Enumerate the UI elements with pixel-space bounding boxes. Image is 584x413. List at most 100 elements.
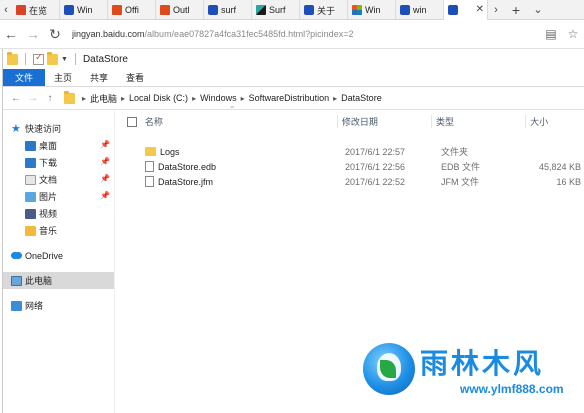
forward-arrow-icon[interactable]: → [26, 93, 40, 104]
pin-icon[interactable]: 📌 [100, 191, 110, 200]
refresh-icon[interactable]: ↻ [44, 23, 66, 45]
back-arrow-icon[interactable]: ← [9, 93, 23, 104]
pin-icon[interactable]: 📌 [100, 157, 110, 166]
tab-scroll-left-button[interactable]: ‹ [0, 0, 12, 19]
reading-view-icon[interactable]: ▤ [540, 23, 562, 45]
nav-videos[interactable]: 视频 [3, 205, 114, 222]
nav-documents[interactable]: 文档 📌 [3, 171, 114, 188]
office-favicon-icon [112, 5, 122, 15]
file-size: 16 KB [556, 176, 581, 187]
nav-label: 桌面 [39, 141, 58, 151]
file-name-cell: Logs [145, 147, 341, 157]
tab-home[interactable]: 主页 [45, 69, 81, 86]
breadcrumb-item[interactable]: Windows [200, 93, 237, 103]
nav-quick-access[interactable]: ★ 快速访问 [3, 120, 114, 137]
network-icon [11, 300, 22, 311]
file-date: 2017/6/1 22:56 [345, 161, 406, 172]
breadcrumb-item[interactable]: SoftwareDistribution [249, 93, 330, 103]
folder-icon [64, 90, 75, 104]
file-name: DataStore.jfm [158, 176, 214, 187]
folder-icon [7, 51, 18, 65]
back-arrow-icon[interactable]: ← [0, 23, 22, 45]
chevron-right-icon[interactable]: ▸ [192, 94, 196, 103]
file-date: 2017/6/1 22:52 [345, 176, 406, 187]
pin-icon[interactable]: 📌 [100, 174, 110, 183]
leaf-icon [380, 360, 396, 378]
paw-favicon-icon [448, 5, 458, 15]
file-rows: Logs 2017/6/1 22:57 文件夹 DataStore.edb 20… [119, 134, 584, 189]
column-header-date[interactable]: 修改日期 [336, 115, 431, 128]
browser-tab[interactable]: 在览 [12, 0, 60, 20]
desktop-icon [25, 140, 36, 151]
nav-desktop[interactable]: 桌面 📌 [3, 137, 114, 154]
address-url[interactable]: jingyan.baidu.com/album/eae07827a4fca31f… [72, 29, 540, 39]
breadcrumb-item[interactable]: DataStore [341, 93, 382, 103]
browser-tab[interactable]: Win [348, 0, 396, 20]
nav-network[interactable]: 网络 [3, 297, 114, 314]
new-folder-icon[interactable] [47, 51, 58, 65]
nav-onedrive[interactable]: OneDrive [3, 247, 114, 264]
browser-tab[interactable]: Offi [108, 0, 156, 20]
tab-label: surf [221, 5, 237, 15]
file-row[interactable]: DataStore.jfm 2017/6/1 22:52 JFM 文件 16 K… [119, 174, 584, 189]
nav-label: 此电脑 [25, 276, 53, 286]
folder-icon [145, 147, 156, 156]
forward-arrow-icon[interactable]: → [22, 23, 44, 45]
chevron-right-icon[interactable]: ▸ [333, 94, 337, 103]
nav-pictures[interactable]: 图片 📌 [3, 188, 114, 205]
favorite-star-icon[interactable]: ☆ [562, 23, 584, 45]
nav-label: 音乐 [39, 226, 58, 236]
tab-label: Surf [269, 5, 286, 15]
breadcrumb-item[interactable]: 此电脑 [90, 92, 117, 105]
customize-toolbar-icon[interactable]: ▼ [61, 56, 68, 63]
column-header-type[interactable]: 类型 [430, 115, 525, 128]
divider [74, 53, 76, 65]
browser-tab[interactable]: 关于 [300, 0, 348, 20]
divider [25, 53, 26, 65]
navigation-pane: ★ 快速访问 桌面 📌 下载 📌 文档 📌 图片 📌 视频 音乐 OneDrive 此电脑… [3, 110, 115, 413]
nav-downloads[interactable]: 下载 📌 [3, 154, 114, 171]
nav-this-pc[interactable]: 此电脑 [3, 272, 114, 289]
surface-favicon-icon [256, 5, 266, 15]
browser-tab[interactable]: Win [60, 0, 108, 20]
new-tab-button[interactable]: + [504, 0, 528, 19]
properties-icon[interactable] [33, 52, 44, 65]
breadcrumb-item[interactable]: Local Disk (C:) [129, 93, 188, 103]
nav-music[interactable]: 音乐 [3, 222, 114, 239]
file-icon [145, 176, 154, 187]
browser-tab[interactable]: surf [204, 0, 252, 20]
star-icon: ★ [11, 122, 21, 135]
file-icon [145, 161, 154, 172]
select-all-checkbox[interactable] [127, 116, 137, 127]
chevron-right-icon[interactable]: ▸ [241, 94, 245, 103]
browser-tab-active[interactable]: ✕ [444, 0, 488, 20]
browser-tab[interactable]: win [396, 0, 444, 20]
up-arrow-icon[interactable]: ↑ [43, 93, 57, 104]
url-host: jingyan.baidu.com [72, 29, 145, 39]
pin-icon[interactable]: 📌 [100, 140, 110, 149]
tab-scroll-right-button[interactable]: › [488, 0, 504, 19]
download-icon [25, 157, 36, 168]
tab-label: Win [77, 5, 93, 15]
cloud-icon [11, 252, 22, 259]
close-tab-icon[interactable]: ✕ [476, 4, 484, 15]
nav-label: 视频 [39, 209, 58, 219]
nav-label: 网络 [25, 301, 44, 311]
column-header-name[interactable]: ⌃ 名称 [145, 105, 337, 128]
file-row[interactable]: DataStore.edb 2017/6/1 22:56 EDB 文件 45,8… [119, 159, 584, 174]
nav-label: 文档 [39, 175, 58, 185]
tab-view[interactable]: 查看 [117, 69, 153, 86]
tab-share[interactable]: 共享 [81, 69, 117, 86]
browser-tab[interactable]: Surf [252, 0, 300, 20]
tab-file[interactable]: 文件 [3, 69, 46, 86]
column-header-size[interactable]: 大小 [525, 115, 584, 128]
chevron-right-icon[interactable]: ▸ [121, 94, 125, 103]
computer-icon [11, 275, 22, 286]
browser-tab[interactable]: Outl [156, 0, 204, 20]
file-row[interactable]: Logs 2017/6/1 22:57 文件夹 [119, 144, 584, 159]
tab-list-button[interactable]: ⌄ [528, 0, 548, 19]
tab-label: 在览 [29, 5, 48, 16]
tab-label: Outl [173, 5, 190, 15]
